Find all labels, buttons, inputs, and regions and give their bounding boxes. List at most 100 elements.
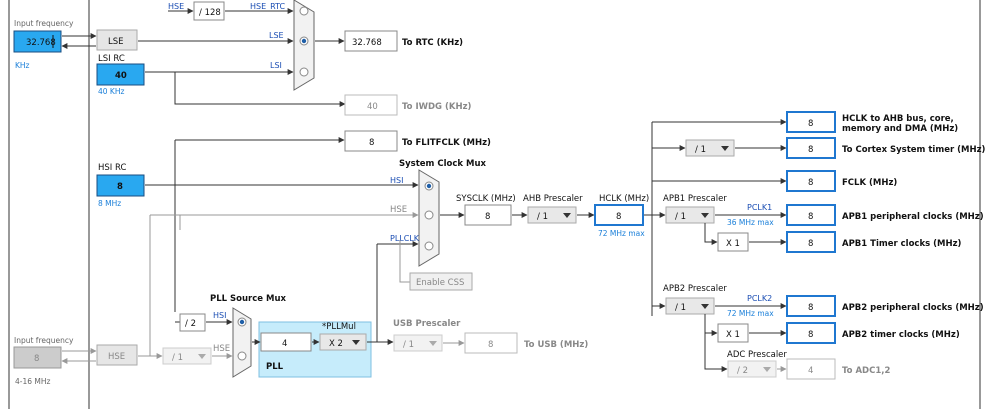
enable-css-button[interactable]: Enable CSS [409,272,473,291]
fclk-value-box[interactable]: 8 [786,170,836,192]
pll-hsi-divider: / 2 [179,313,206,332]
wire-label-hse-top: HSE [168,2,184,11]
apb2-periph-value-box[interactable]: 8 [786,295,836,317]
hse-frequency-input[interactable]: 8 [13,346,62,369]
svg-text:Enable CSS: Enable CSS [416,278,464,288]
hclk-ahb-label-line2: memory and DMA (MHz) [842,124,958,134]
rtc-clock-mux[interactable] [293,0,315,91]
apb1-timer-value-box[interactable]: 8 [786,231,836,253]
cortex-prescaler-dropdown[interactable]: / 1 [685,139,735,157]
svg-text:/ 2: / 2 [737,366,748,376]
svg-text:/ 1: / 1 [675,303,686,313]
hsi-rc-label: HSI RC [98,163,126,173]
svg-text:X 1: X 1 [726,239,740,249]
svg-text:/ 1: / 1 [172,353,183,363]
lsi-frequency-value: 40 [115,71,127,81]
svg-text:8: 8 [808,178,813,188]
hse-prediv-dropdown[interactable]: / 1 [162,347,212,365]
pll-value-box: 4 [260,332,312,352]
svg-text:/ 128: / 128 [199,8,221,18]
hsi-mhz-label: 8 MHz [98,199,121,208]
ahb-prescaler-label: AHB Prescaler [523,194,583,204]
rtc-mux-lsi-radio[interactable] [299,67,309,77]
cortex-timer-label: To Cortex System timer (MHz) [842,145,986,155]
pllmul-dropdown[interactable]: X 2 [319,333,367,351]
svg-text:8: 8 [485,212,490,222]
sysmux-hse-radio[interactable] [424,210,434,220]
apb1-periph-value-box[interactable]: 8 [786,204,836,226]
wire-label-lsi: LSI [270,61,282,70]
range-4-16-label: 4-16 MHz [15,377,51,386]
hclk-value-box[interactable]: 8 [594,204,644,226]
pll-source-mux-label: PLL Source Mux [210,294,286,304]
system-clock-mux-label: System Clock Mux [399,159,487,169]
wire-label-hse-pll: HSE [213,344,230,354]
hse-block-label: HSE [108,352,125,362]
hclk-label: HCLK (MHz) [599,194,649,204]
usb-prescaler-dropdown[interactable]: / 1 [393,334,443,352]
pclk1-label: PCLK1 [747,203,772,212]
apb1-prescaler-label: APB1 Prescaler [663,194,727,204]
hse-block: HSE [96,344,138,366]
hsi-frequency-value: 8 [117,182,123,192]
svg-text:/ 2: / 2 [185,319,196,329]
sysmux-pllclk-radio[interactable] [424,241,434,251]
svg-text:4: 4 [282,339,287,349]
svg-text:8: 8 [808,119,813,129]
pclk1-max-label: 36 MHz max [727,218,774,227]
pclk2-label: PCLK2 [747,294,772,303]
apb2-timer-value-box[interactable]: 8 [786,322,836,344]
svg-text:/ 1: / 1 [403,340,414,350]
adc-prescaler-dropdown[interactable]: / 2 [727,360,777,378]
adc-prescaler-label: ADC Prescaler [727,350,787,360]
apb2-prescaler-label: APB2 Prescaler [663,284,727,294]
apb1-timer-multiplier: X 1 [717,232,749,252]
lse-frequency-input[interactable]: 32.768 [13,30,62,53]
apb1-prescaler-dropdown[interactable]: / 1 [665,206,715,224]
wire-label-hsi-pll: HSI [213,311,226,320]
lse-block: LSE [96,29,138,51]
lse-block-label: LSE [108,37,124,47]
cortex-timer-value-box[interactable]: 8 [786,137,836,159]
system-clock-mux[interactable] [418,169,440,267]
svg-text:8: 8 [616,212,621,222]
input-frequency-label-top: Input frequency [14,19,74,28]
apb2-prescaler-dropdown[interactable]: / 1 [665,297,715,315]
clock-tree-diagram: Input frequency 32.768 KHz LSE LSI RC 40… [8,0,986,409]
wire-label-lse: LSE [269,31,284,40]
wire-label-pllclk: PLLCLK [390,234,420,243]
lse-frequency-value: 32.768 [26,38,56,48]
pclk2-max-label: 72 MHz max [727,309,774,318]
rtc-mux-hse-radio[interactable] [299,6,309,16]
svg-text:4: 4 [808,366,813,376]
flitfclk-value-box: 8 [344,130,398,152]
svg-text:/ 1: / 1 [675,212,686,222]
svg-text:X 1: X 1 [726,330,740,340]
svg-text:/ 1: / 1 [695,145,706,155]
usb-value-box: 8 [464,332,518,354]
ahb-prescaler-dropdown[interactable]: / 1 [527,206,577,224]
lsi-frequency-box: 40 [96,63,145,86]
apb1-periph-label: APB1 peripheral clocks (MHz) [842,212,984,222]
svg-text:8: 8 [808,212,813,222]
rtc-value-box: 32.768 [344,30,398,52]
iwdg-value-box: 40 [344,94,398,116]
to-adc-label: To ADC1,2 [842,366,890,376]
to-rtc-label: To RTC (KHz) [402,38,463,48]
svg-text:32.768: 32.768 [352,38,382,48]
sysclk-value-box: 8 [464,204,512,226]
pll-label: PLL [266,362,284,372]
khz-unit-label: KHz [15,61,30,70]
svg-text:8: 8 [808,239,813,249]
hclk-ahb-value-box[interactable]: 8 [786,111,836,133]
pll-source-mux[interactable] [232,307,252,378]
svg-text:8: 8 [808,303,813,313]
input-frequency-label-bottom: Input frequency [14,336,74,345]
pllsrc-hse-radio[interactable] [237,351,247,361]
svg-text:8: 8 [808,145,813,155]
hclk-max-label: 72 MHz max [598,229,645,238]
apb2-periph-label: APB2 peripheral clocks (MHz) [842,303,984,313]
svg-text:8: 8 [808,330,813,340]
svg-text:X 2: X 2 [329,339,343,349]
to-flitfclk-label: To FLITFCLK (MHz) [402,138,491,148]
